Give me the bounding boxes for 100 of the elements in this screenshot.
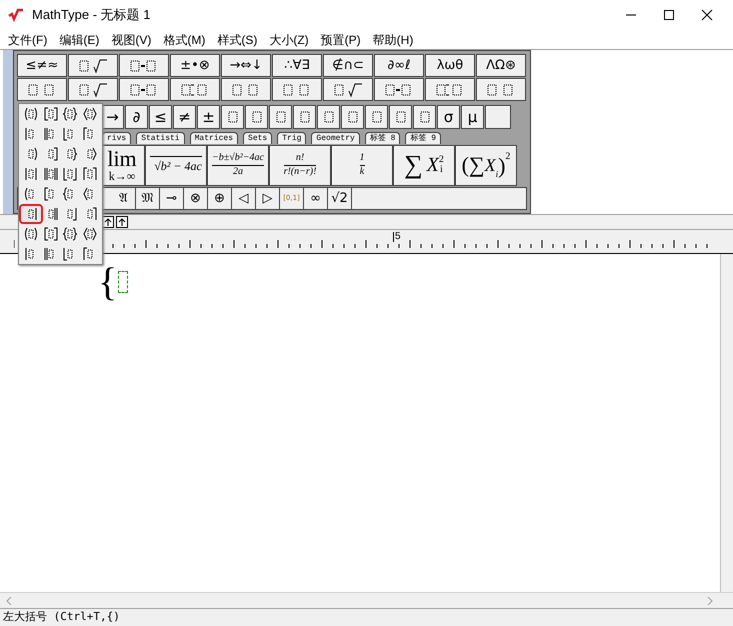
- small-palette-button[interactable]: [293, 105, 316, 130]
- small-palette-button[interactable]: ∂: [125, 105, 148, 130]
- palette-tab[interactable]: Statisti: [136, 132, 185, 144]
- bracket-template-icon: [62, 166, 78, 182]
- bracket-template-icon: [62, 106, 78, 122]
- palette-tab[interactable]: rivs: [102, 132, 132, 144]
- palette-button[interactable]: ∴∀∃: [272, 54, 322, 78]
- template-text: 2a: [232, 166, 243, 178]
- template-text: ): [498, 152, 506, 180]
- menu-item[interactable]: 格式(M): [163, 30, 206, 48]
- status-text: 左大括号 (Ctrl+T,{): [3, 609, 120, 626]
- palette-button[interactable]: →⇔↓: [221, 54, 271, 78]
- small-palette-button[interactable]: ±: [197, 105, 220, 130]
- small-palette-button[interactable]: ≠: [173, 105, 196, 130]
- symbol-button[interactable]: 𝔄: [112, 188, 136, 209]
- small-palette-button[interactable]: [341, 105, 364, 130]
- palette-tab[interactable]: Sets: [243, 132, 272, 144]
- palette-button[interactable]: [374, 78, 424, 102]
- template-icon: [226, 110, 238, 124]
- template-button[interactable]: √b² − 4ac: [145, 145, 207, 186]
- symbol-button[interactable]: ◁: [232, 188, 256, 209]
- menu-item[interactable]: 样式(S): [217, 30, 258, 48]
- bracket-template-icon: [42, 106, 59, 122]
- template-icon: [333, 82, 363, 98]
- palette-button[interactable]: [68, 78, 118, 102]
- bracket-template-icon: [22, 106, 39, 122]
- palette-button[interactable]: [221, 78, 271, 102]
- symbol-button[interactable]: √2: [328, 188, 352, 209]
- small-palette-button[interactable]: [485, 105, 511, 130]
- palette-button[interactable]: [170, 78, 220, 102]
- template-text: i: [440, 165, 444, 176]
- symbol-button[interactable]: ⊸: [160, 188, 184, 209]
- template-icon: [78, 58, 108, 74]
- template-text: ∑: [404, 152, 423, 178]
- template-text: X: [484, 154, 496, 175]
- palette-button[interactable]: ±•⊗: [170, 54, 220, 78]
- bracket-template-icon: [82, 226, 98, 242]
- nudge-icon[interactable]: [102, 216, 114, 228]
- small-palette-button[interactable]: →: [101, 105, 124, 130]
- small-palette-button[interactable]: [269, 105, 292, 130]
- palette-button[interactable]: λωθ: [425, 54, 475, 78]
- palette-tab[interactable]: 标签 8: [364, 132, 400, 144]
- palette-button[interactable]: ∉∩⊂: [323, 54, 373, 78]
- palette-tab[interactable]: Matrices: [190, 132, 238, 144]
- palette-button[interactable]: [68, 54, 118, 78]
- menu-item[interactable]: 文件(F): [8, 30, 48, 48]
- symbol-button[interactable]: ⊕: [208, 188, 232, 209]
- palette-tab[interactable]: Trig: [277, 132, 306, 144]
- small-palette-button[interactable]: μ: [461, 105, 484, 130]
- template-text: √b² − 4ac: [150, 156, 202, 175]
- palette-button[interactable]: ΛΩ⊛: [476, 54, 526, 78]
- palette-button[interactable]: ≤≠≈: [17, 54, 67, 78]
- palette-button[interactable]: [476, 78, 526, 102]
- bracket-template-icon: [42, 226, 59, 242]
- palette-button[interactable]: [425, 78, 475, 102]
- template-icon: [250, 110, 262, 124]
- bracket-template-icon: [42, 166, 59, 182]
- window-title: MathType - 无标题 1: [32, 6, 150, 24]
- template-button[interactable]: n! r!(n−r)!: [269, 145, 331, 186]
- vertical-scrollbar[interactable]: [720, 254, 733, 592]
- small-palette-button[interactable]: [389, 105, 412, 130]
- menu-item[interactable]: 视图(V): [111, 30, 152, 48]
- template-icon: [346, 110, 358, 124]
- template-icon: [418, 110, 430, 124]
- palette-button[interactable]: [17, 78, 67, 102]
- menu-item[interactable]: 大小(Z): [269, 30, 309, 48]
- template-icon: [394, 110, 406, 124]
- menu-item[interactable]: 预置(P): [320, 30, 361, 48]
- small-palette-button[interactable]: [317, 105, 340, 130]
- palette-button[interactable]: ∂∞ℓ: [374, 54, 424, 78]
- bracket-template-icon: [22, 226, 39, 242]
- ruler-number: 5: [393, 232, 401, 242]
- template-button[interactable]: −b±√b²−4ac 2a: [207, 145, 269, 186]
- symbol-button[interactable]: ∞: [304, 188, 328, 209]
- symbol-button[interactable]: ⊗: [184, 188, 208, 209]
- palette-button[interactable]: [272, 78, 322, 102]
- nudge-icon[interactable]: [116, 216, 128, 228]
- palette-tab[interactable]: Geometry: [311, 132, 360, 144]
- palette-button[interactable]: [119, 54, 169, 78]
- input-slot[interactable]: [118, 271, 128, 293]
- template-button[interactable]: 1 k: [331, 145, 393, 186]
- menu-item[interactable]: 帮助(H): [372, 30, 414, 48]
- close-icon[interactable]: [701, 9, 713, 21]
- palette-button[interactable]: [119, 78, 169, 102]
- small-palette-button[interactable]: [413, 105, 436, 130]
- maximize-icon[interactable]: [663, 9, 675, 21]
- menu-item[interactable]: 编辑(E): [59, 30, 100, 48]
- small-palette-button[interactable]: [365, 105, 388, 130]
- symbol-button[interactable]: 𝔐: [136, 188, 160, 209]
- template-text: 1: [360, 152, 364, 165]
- small-palette-button[interactable]: [221, 105, 244, 130]
- small-palette-button[interactable]: σ: [437, 105, 460, 130]
- small-palette-button[interactable]: ≤: [149, 105, 172, 130]
- palette-button[interactable]: [323, 78, 373, 102]
- symbol-button[interactable]: ▷: [256, 188, 280, 209]
- palette-tab[interactable]: 标签 9: [405, 132, 442, 144]
- small-palette-button[interactable]: [245, 105, 268, 130]
- template-text: r!(n−r)!: [284, 166, 316, 178]
- bracket-template-icon: [82, 166, 98, 182]
- bracket-menu-item[interactable]: [21, 206, 41, 222]
